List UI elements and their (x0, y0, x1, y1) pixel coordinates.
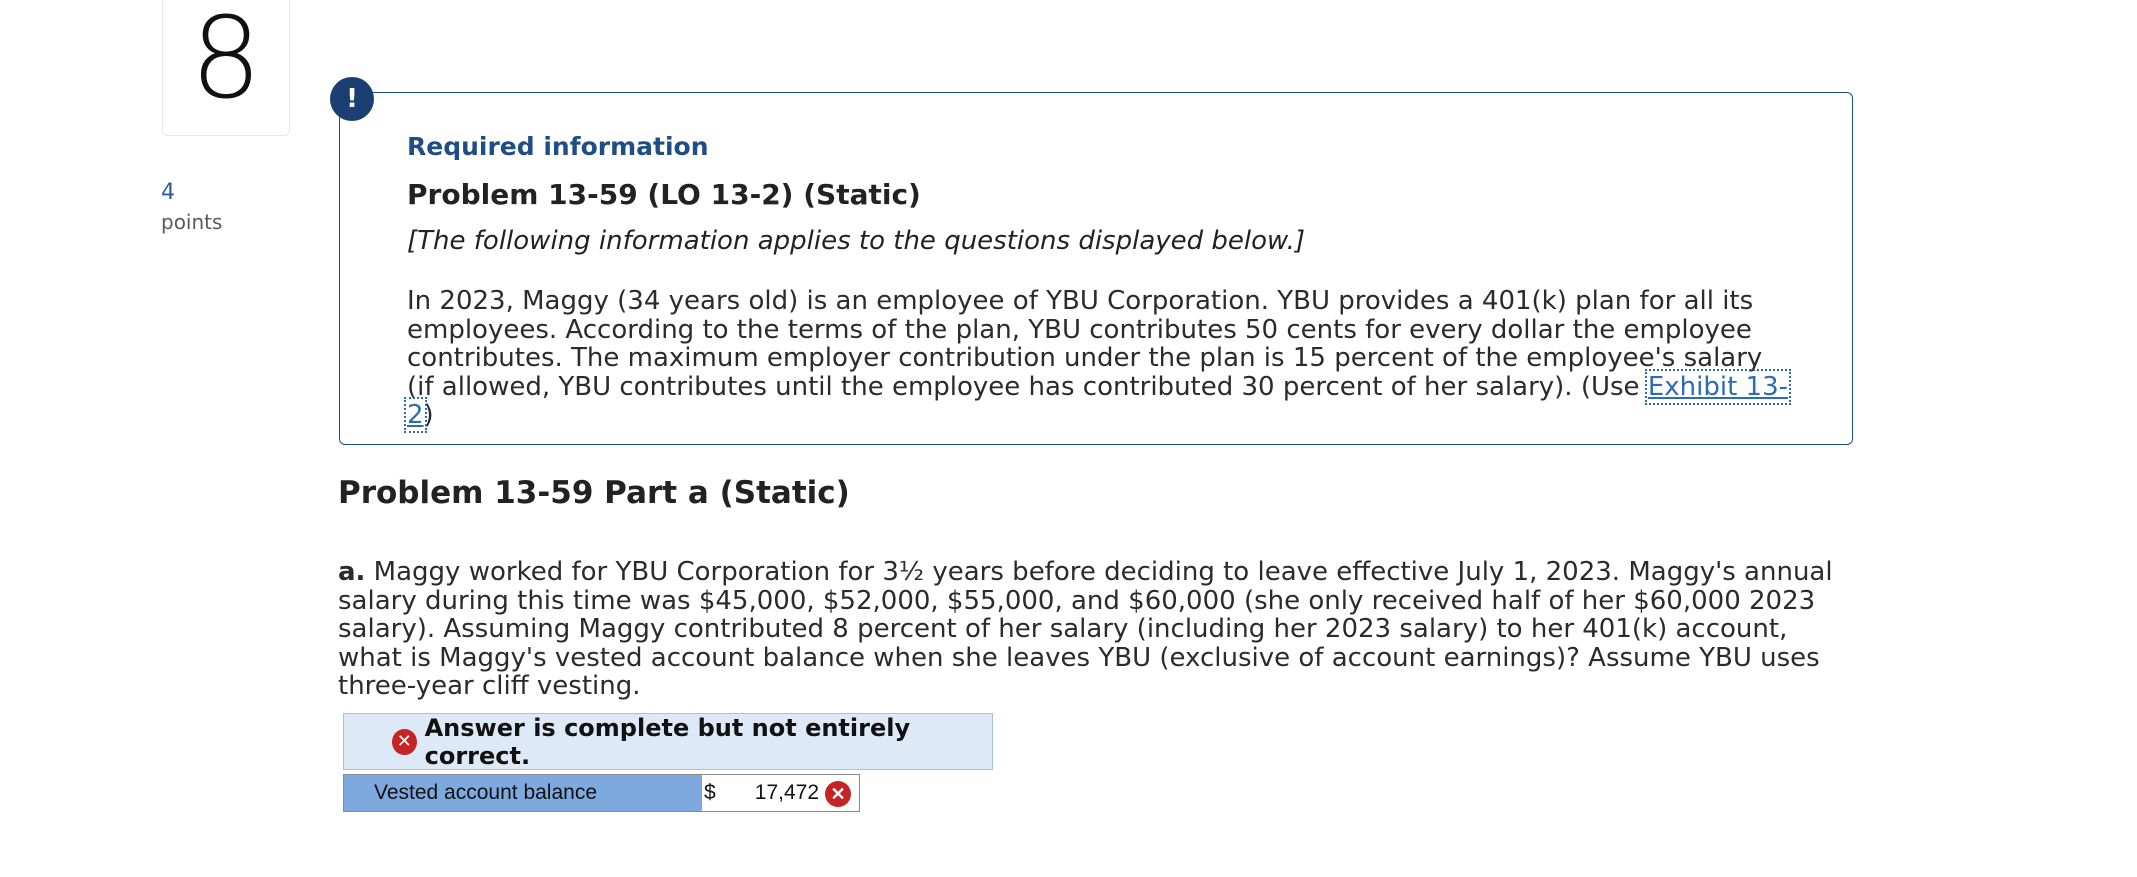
intro-end: ) (423, 400, 434, 430)
answer-row: Vested account balance $ 17,472 ✕ (343, 774, 860, 812)
part-title: Problem 13-59 Part a (Static) (338, 475, 850, 511)
answer-input[interactable]: $ 17,472 ✕ (702, 775, 859, 811)
problem-title: Problem 13-59 (LO 13-2) (Static) (407, 178, 921, 211)
problem-intro: In 2023, Maggy (34 years old) is an empl… (404, 286, 1797, 433)
points-label: points (161, 210, 223, 234)
applies-note: [The following information applies to th… (407, 226, 1306, 256)
question-label: a. (338, 557, 366, 587)
incorrect-icon: ✕ (392, 728, 417, 755)
question-body: Maggy worked for YBU Corporation for 3½ … (338, 557, 1833, 701)
required-info-title: Required information (407, 132, 709, 161)
alert-icon: ! (330, 77, 374, 121)
intro-text: In 2023, Maggy (34 years old) is an empl… (407, 286, 1763, 402)
incorrect-icon: ✕ (825, 781, 851, 807)
answer-row-label: Vested account balance (344, 775, 702, 811)
question-number: 8 (162, 0, 290, 136)
points-value: 4 (161, 180, 175, 205)
answer-status-banner: ✕ Answer is complete but not entirely co… (343, 713, 993, 770)
answer-value: 17,472 (754, 781, 819, 804)
answer-status-text: Answer is complete but not entirely corr… (424, 713, 911, 770)
currency-symbol: $ (704, 781, 716, 804)
question-text: a. Maggy worked for YBU Corporation for … (338, 558, 1858, 701)
